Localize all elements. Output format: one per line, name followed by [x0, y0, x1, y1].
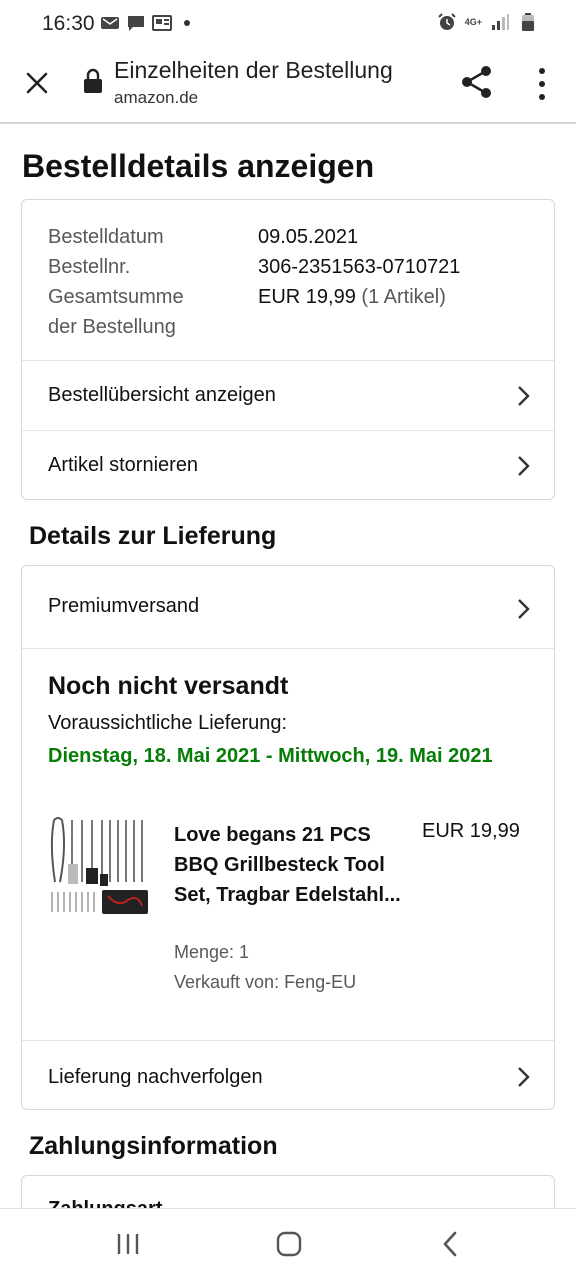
product-title-link[interactable]: Love begans 21 PCS BBQ Grillbesteck Tool…: [174, 820, 410, 910]
browser-domain: amazon.de: [114, 88, 199, 107]
eta-date: Dienstag, 18. Mai 2021 - Mittwoch, 19. M…: [48, 745, 493, 767]
recent-apps-icon[interactable]: [116, 1233, 140, 1255]
system-icons: 4G+: [437, 13, 538, 31]
order-summary-card: Bestelldatum 09.05.2021 Bestellnr. 306-2…: [21, 199, 555, 500]
delivery-card: Premiumversand Noch nicht versandt Vorau…: [21, 565, 555, 1110]
order-date-label: Bestelldatum: [48, 226, 164, 248]
view-order-summary-label: Bestellübersicht anzeigen: [48, 384, 276, 406]
order-total-value: EUR 19,99: [258, 286, 356, 308]
share-icon[interactable]: [458, 63, 496, 101]
order-number-label: Bestellnr.: [48, 256, 131, 278]
cancel-items-link[interactable]: Artikel stornieren: [22, 430, 554, 499]
browser-toolbar: Einzelheiten der Bestellung amazon.de: [0, 48, 576, 124]
order-number-value: 306-2351563-0710721: [258, 256, 461, 278]
signal-icon: [492, 14, 509, 30]
track-delivery-link[interactable]: Lieferung nachverfolgen: [22, 1040, 554, 1109]
more-notifications-dot: [184, 20, 190, 26]
payment-method-label: Zahlungsart: [48, 1198, 162, 1208]
chevron-right-icon: [518, 599, 530, 619]
news-notification-icon: [152, 15, 172, 31]
product-image[interactable]: [48, 816, 150, 916]
mail-notification-icon: [101, 17, 119, 29]
product-quantity: Menge: 1: [174, 942, 250, 962]
close-button[interactable]: [20, 66, 54, 100]
system-navigation-bar: [0, 1208, 576, 1280]
chat-notification-icon: [128, 16, 144, 31]
shipment-status: Noch nicht versandt: [48, 672, 289, 700]
eta-label: Voraussichtliche Lieferung:: [48, 712, 288, 734]
lock-icon: [84, 68, 102, 93]
shipping-method-label: Premiumversand: [48, 595, 200, 617]
payment-card: Zahlungsart: [21, 1175, 555, 1208]
page-content: Bestelldetails anzeigen Bestelldatum 09.…: [0, 126, 576, 1208]
alarm-icon: [438, 13, 456, 30]
order-item-count: (1 Artikel): [361, 286, 446, 308]
notification-icons: [100, 14, 190, 32]
more-vertical-icon: [539, 68, 545, 74]
more-options-button[interactable]: [528, 66, 556, 102]
product-seller: Verkauft von: Feng-EU: [174, 972, 357, 992]
view-order-summary-link[interactable]: Bestellübersicht anzeigen: [22, 360, 554, 430]
home-icon[interactable]: [276, 1231, 302, 1257]
browser-page-title: Einzelheiten der Bestellung: [114, 57, 393, 83]
chevron-right-icon: [518, 1067, 530, 1087]
product-price: EUR 19,99: [422, 820, 520, 842]
network-type: 4G+: [464, 16, 482, 27]
payment-section-title: Zahlungsinformation: [29, 1132, 278, 1160]
close-icon: [26, 72, 48, 94]
delivery-section-title: Details zur Lieferung: [29, 522, 277, 550]
shipping-method-link[interactable]: Premiumversand: [22, 566, 554, 648]
order-date-value: 09.05.2021: [258, 226, 359, 248]
order-total-value-wrap: EUR 19,99 (1 Artikel): [258, 282, 446, 312]
status-time: 16:30: [42, 12, 95, 35]
divider: [22, 648, 554, 649]
track-delivery-label: Lieferung nachverfolgen: [48, 1066, 263, 1088]
page-title: Bestelldetails anzeigen: [22, 148, 375, 184]
battery-icon: [522, 13, 534, 31]
status-bar: 16:30 4G+: [0, 0, 576, 48]
cancel-items-label: Artikel stornieren: [48, 454, 199, 476]
order-total-label: Gesamtsumme der Bestellung: [48, 286, 184, 338]
chevron-right-icon: [518, 386, 530, 406]
chevron-right-icon: [518, 456, 530, 476]
back-icon[interactable]: [440, 1231, 460, 1257]
